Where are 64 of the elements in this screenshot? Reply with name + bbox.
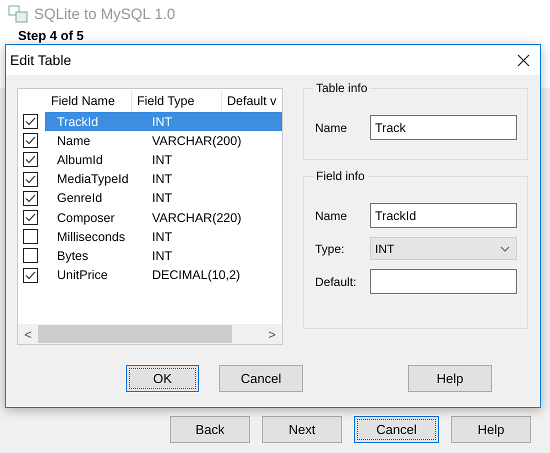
list-row[interactable]: GenreId INT xyxy=(45,188,282,208)
field-name: Bytes xyxy=(56,248,90,263)
column-header[interactable]: Field Type xyxy=(132,91,222,111)
list-row[interactable]: Name VARCHAR(200) xyxy=(45,131,282,150)
field-type: INT xyxy=(151,248,174,263)
list-row[interactable]: Bytes INT xyxy=(45,246,282,266)
window-title: SQLite to MySQL 1.0 xyxy=(34,6,176,22)
field-name: Milliseconds xyxy=(56,230,126,244)
field-name: GenreId xyxy=(56,191,104,206)
field-type: INT xyxy=(151,191,174,206)
checkbox[interactable] xyxy=(23,172,38,187)
wizard-button[interactable]: Back xyxy=(170,416,250,443)
column-header[interactable]: Field Name xyxy=(46,91,132,111)
scroll-left-arrow[interactable]: < xyxy=(18,326,38,342)
input-field[interactable]: Track xyxy=(370,115,517,140)
group-title: Field info xyxy=(313,169,368,183)
scrollbar-thumb[interactable] xyxy=(38,325,232,343)
field-name: TrackId xyxy=(56,114,100,129)
checkbox[interactable] xyxy=(23,268,38,283)
list-row[interactable]: MediaTypeId INT xyxy=(45,170,282,189)
checkbox[interactable] xyxy=(23,133,38,148)
checkbox[interactable] xyxy=(23,152,38,168)
field-name: Composer xyxy=(56,210,116,225)
field-label: Default: xyxy=(315,274,358,288)
field-name: UnitPrice xyxy=(56,268,109,282)
dialog-button[interactable]: Help xyxy=(408,365,492,392)
type-dropdown[interactable]: INT xyxy=(370,237,517,260)
checkbox[interactable] xyxy=(23,210,38,226)
checkbox[interactable] xyxy=(23,229,38,244)
field-type: INT xyxy=(151,114,174,129)
field-label: Name xyxy=(315,120,348,134)
step-label: Step 4 of 5 xyxy=(18,28,84,43)
field-type: INT xyxy=(151,172,174,186)
input-field[interactable] xyxy=(370,269,517,294)
close-icon[interactable] xyxy=(517,54,530,66)
dialog-button[interactable]: OK xyxy=(126,365,199,392)
checkbox[interactable] xyxy=(23,248,38,264)
wizard-button[interactable]: Help xyxy=(451,416,531,443)
wizard-button[interactable]: Next xyxy=(262,416,342,443)
list-row[interactable]: Composer VARCHAR(220) xyxy=(45,208,282,228)
wizard-button[interactable]: Cancel xyxy=(354,416,439,443)
field-label: Name xyxy=(315,208,348,222)
field-name: MediaTypeId xyxy=(56,172,130,186)
app-icon xyxy=(8,5,28,23)
dialog-button[interactable]: Cancel xyxy=(219,365,303,392)
field-label: Type: xyxy=(315,242,346,256)
checkbox[interactable] xyxy=(23,114,38,130)
field-type: INT xyxy=(151,152,174,167)
list-row[interactable]: AlbumId INT xyxy=(45,150,282,170)
dialog-title: Edit Table xyxy=(10,52,72,68)
list-row[interactable]: Milliseconds INT xyxy=(45,227,282,246)
chevron-down-icon xyxy=(500,246,510,252)
list-row[interactable]: UnitPrice DECIMAL(10,2) xyxy=(45,266,282,285)
field-type: DECIMAL(10,2) xyxy=(151,268,242,282)
field-type: VARCHAR(220) xyxy=(151,210,242,225)
field-name: AlbumId xyxy=(56,152,104,167)
input-field[interactable]: TrackId xyxy=(370,203,517,228)
column-header[interactable]: Default v xyxy=(222,91,282,111)
field-name: Name xyxy=(56,134,92,148)
group-title: Table info xyxy=(313,81,370,95)
field-type: VARCHAR(200) xyxy=(151,134,242,148)
scroll-right-arrow[interactable]: > xyxy=(262,326,282,342)
checkbox[interactable] xyxy=(23,190,38,206)
field-type: INT xyxy=(151,230,174,244)
